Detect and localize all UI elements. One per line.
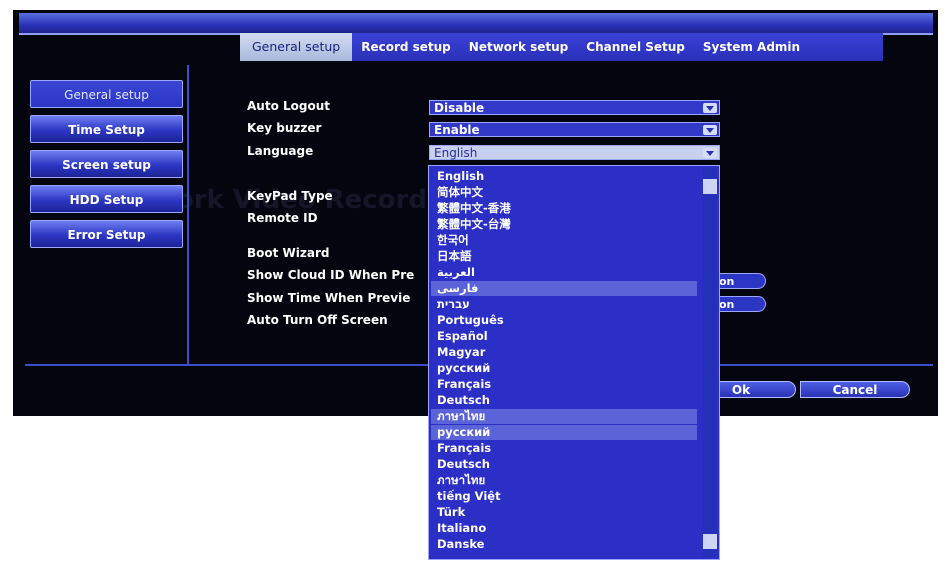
language-option[interactable]: 한국어: [431, 233, 697, 248]
language-option[interactable]: Español: [431, 329, 697, 344]
language-option[interactable]: العربية: [431, 265, 697, 280]
show-time-toggle[interactable]: on: [716, 296, 766, 312]
language-option[interactable]: Italiano: [431, 521, 697, 536]
sidebar-item-time-setup[interactable]: Time Setup: [30, 115, 183, 143]
language-option[interactable]: Deutsch: [431, 457, 697, 472]
boot-wizard-label: Boot Wizard: [247, 246, 330, 260]
key-buzzer-value: Enable: [434, 123, 480, 137]
language-option[interactable]: Français: [431, 377, 697, 392]
language-option[interactable]: ภาษาไทย: [431, 473, 697, 488]
keypad-type-label: KeyPad Type: [247, 189, 333, 203]
language-option[interactable]: 日本語: [431, 249, 697, 264]
remote-id-label: Remote ID: [247, 211, 318, 225]
tab-record-setup[interactable]: Record setup: [352, 33, 460, 61]
sidebar-item-error-setup[interactable]: Error Setup: [30, 220, 183, 248]
language-option[interactable]: Magyar: [431, 345, 697, 360]
language-option[interactable]: 繁體中文-香港: [431, 201, 697, 216]
tab-system-admin[interactable]: System Admin: [694, 33, 809, 61]
language-option[interactable]: ภาษาไทย: [431, 409, 697, 424]
language-select[interactable]: English: [429, 145, 720, 160]
sidebar: General setup Time Setup Screen setup HD…: [30, 80, 188, 255]
auto-logout-label: Auto Logout: [247, 99, 330, 113]
language-option[interactable]: tiếng Việt: [431, 489, 697, 504]
language-option[interactable]: Deutsch: [431, 393, 697, 408]
auto-turn-off-label: Auto Turn Off Screen: [247, 313, 388, 327]
show-time-label: Show Time When Previe: [247, 291, 411, 305]
sidebar-item-hdd-setup[interactable]: HDD Setup: [30, 185, 183, 213]
sidebar-item-screen-setup[interactable]: Screen setup: [30, 150, 183, 178]
cancel-button[interactable]: Cancel: [800, 381, 910, 398]
language-option[interactable]: עברית: [431, 297, 697, 312]
language-option[interactable]: فارسی: [431, 281, 697, 296]
language-value: English: [434, 146, 478, 160]
show-cloud-id-toggle[interactable]: on: [716, 273, 766, 289]
language-option[interactable]: Português: [431, 313, 697, 328]
language-option[interactable]: русский: [431, 361, 697, 376]
language-option[interactable]: Türk: [431, 505, 697, 520]
show-cloud-id-label: Show Cloud ID When Pre: [247, 268, 415, 282]
language-option[interactable]: 繁體中文-台灣: [431, 217, 697, 232]
chevron-down-icon: [703, 103, 717, 113]
tab-network-setup[interactable]: Network setup: [460, 33, 577, 61]
scrollbar[interactable]: [703, 168, 717, 557]
chevron-down-icon: [703, 125, 717, 135]
auto-logout-select[interactable]: Disable: [429, 100, 720, 115]
language-option[interactable]: 简体中文: [431, 185, 697, 200]
scrollbar-thumb-top[interactable]: [703, 179, 717, 194]
tab-general-setup[interactable]: General setup: [240, 33, 353, 61]
sidebar-item-general-setup[interactable]: General setup: [30, 80, 183, 108]
key-buzzer-select[interactable]: Enable: [429, 122, 720, 137]
tab-bar: General setup Record setup Network setup…: [240, 33, 883, 61]
language-label: Language: [247, 144, 314, 158]
key-buzzer-label: Key buzzer: [247, 121, 322, 135]
language-option[interactable]: Français: [431, 441, 697, 456]
divider-vertical: [187, 65, 189, 365]
tab-channel-setup[interactable]: Channel Setup: [577, 33, 694, 61]
language-dropdown: English 简体中文 繁體中文-香港 繁體中文-台灣 한국어 日本語 العربية فا…: [428, 165, 720, 560]
language-option[interactable]: Danske: [431, 537, 697, 552]
language-option[interactable]: русский: [431, 425, 697, 440]
scrollbar-thumb-bottom[interactable]: [703, 534, 717, 549]
title-bar: [19, 13, 933, 35]
auto-logout-value: Disable: [434, 101, 485, 115]
language-option[interactable]: English: [431, 169, 697, 184]
chevron-down-icon: [703, 148, 717, 158]
